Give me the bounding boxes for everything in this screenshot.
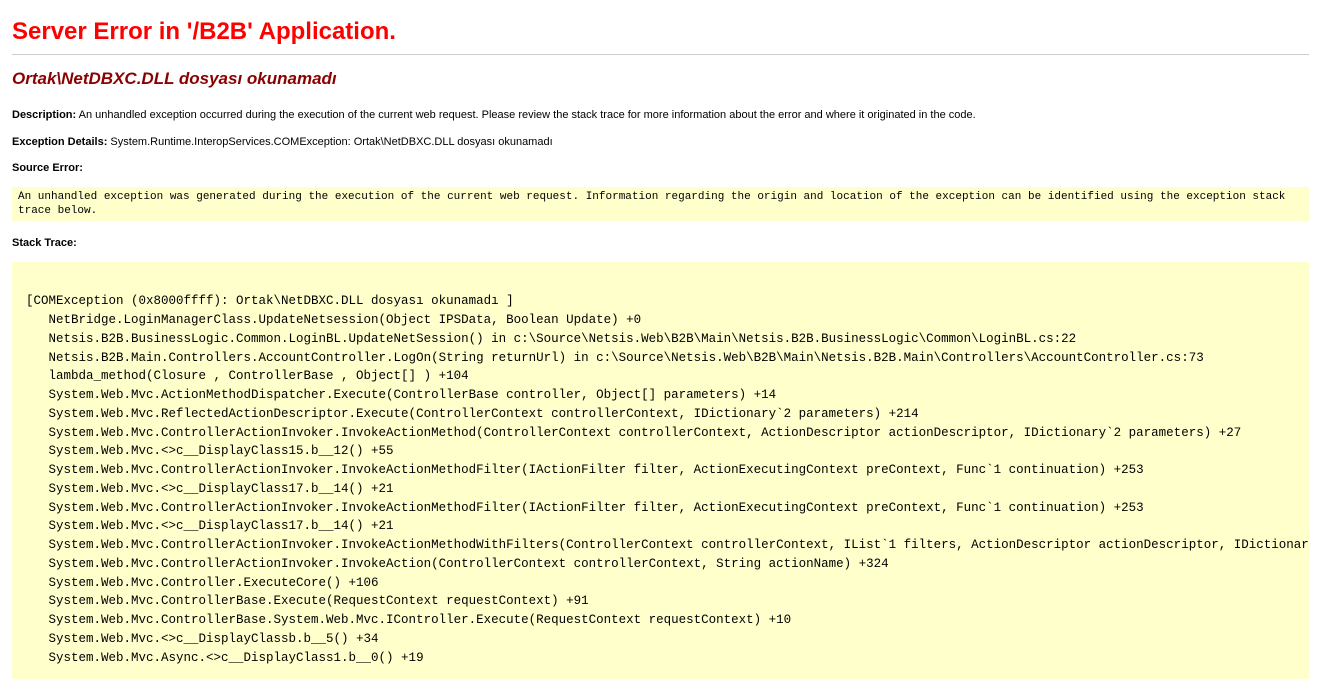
stack-trace-section: Stack Trace: bbox=[12, 235, 1309, 252]
source-error-box: An unhandled exception was generated dur… bbox=[12, 187, 1309, 222]
description-section: Description: An unhandled exception occu… bbox=[12, 107, 1309, 124]
source-error-label: Source Error: bbox=[12, 162, 83, 174]
description-label: Description: bbox=[12, 109, 76, 121]
stack-trace-label: Stack Trace: bbox=[12, 237, 77, 249]
exception-details-text: System.Runtime.InteropServices.COMExcept… bbox=[110, 136, 552, 148]
exception-message: Ortak\NetDBXC.DLL dosyası okunamadı bbox=[12, 69, 1309, 89]
exception-details-label: Exception Details: bbox=[12, 136, 107, 148]
page-title: Server Error in '/B2B' Application. bbox=[12, 18, 1309, 46]
stack-trace-box: [COMException (0x8000ffff): Ortak\NetDBX… bbox=[12, 262, 1309, 680]
source-error-section: Source Error: bbox=[12, 160, 1309, 177]
description-text: An unhandled exception occurred during t… bbox=[79, 109, 976, 121]
divider bbox=[12, 54, 1309, 55]
exception-details-section: Exception Details: System.Runtime.Intero… bbox=[12, 134, 1309, 151]
